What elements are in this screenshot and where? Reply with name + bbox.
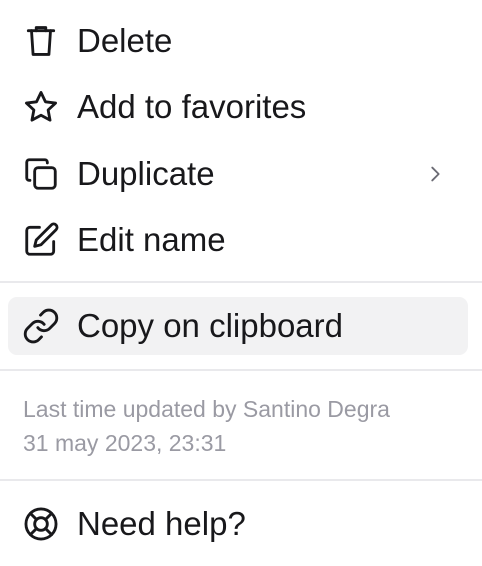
menu-item-label: Edit name xyxy=(77,221,226,258)
menu-item-label: Duplicate xyxy=(77,155,215,192)
menu-divider xyxy=(0,479,482,481)
menu-divider xyxy=(0,369,482,371)
menu-item-label: Copy on clipboard xyxy=(77,307,343,344)
lifebuoy-icon xyxy=(22,505,60,543)
context-menu: Delete Add to favorites Duplicate Edit n… xyxy=(0,0,482,566)
menu-divider xyxy=(0,281,482,283)
menu-item-duplicate[interactable]: Duplicate xyxy=(8,145,468,203)
menu-item-add-to-favorites[interactable]: Add to favorites xyxy=(8,78,468,136)
menu-item-delete[interactable]: Delete xyxy=(8,12,468,70)
menu-item-need-help[interactable]: Need help? xyxy=(8,495,468,553)
menu-item-label: Need help? xyxy=(77,505,246,542)
menu-item-copy-on-clipboard[interactable]: Copy on clipboard xyxy=(8,297,468,355)
menu-item-label: Add to favorites xyxy=(77,88,307,125)
menu-item-label: Delete xyxy=(77,22,173,59)
last-updated-timestamp: 31 may 2023, 23:31 xyxy=(23,430,227,456)
chevron-right-icon xyxy=(424,163,446,185)
duplicate-icon xyxy=(22,155,60,193)
trash-icon xyxy=(22,22,60,60)
last-updated-info: Last time updated by Santino Degra 31 ma… xyxy=(23,392,390,460)
edit-icon xyxy=(22,221,60,259)
last-updated-by: Last time updated by Santino Degra xyxy=(23,396,390,422)
menu-item-edit-name[interactable]: Edit name xyxy=(8,211,468,269)
link-icon xyxy=(22,307,60,345)
star-icon xyxy=(22,88,60,126)
